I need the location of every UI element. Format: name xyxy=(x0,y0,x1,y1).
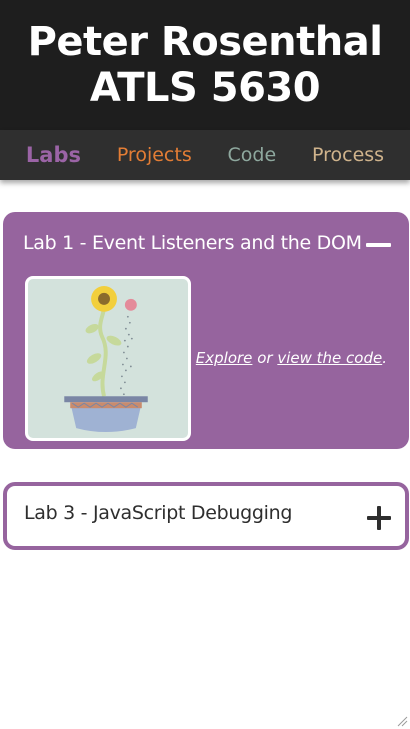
lab-card-expanded: Lab 1 - Event Listeners and the DOM Expl… xyxy=(3,212,409,449)
nav-link-labs[interactable]: Labs xyxy=(26,143,81,167)
site-header: Peter Rosenthal ATLS 5630 xyxy=(0,0,410,130)
resize-grip-icon[interactable] xyxy=(396,715,408,727)
site-title-name: Peter Rosenthal xyxy=(27,19,383,65)
explore-link[interactable]: Explore xyxy=(196,349,253,367)
or-text: or xyxy=(257,349,273,367)
nav-link-code[interactable]: Code xyxy=(228,144,277,166)
lab-card-links: Explore or view the code. xyxy=(196,349,387,367)
lab-card-title[interactable]: Lab 3 - JavaScript Debugging xyxy=(24,502,292,524)
watering-can-sunflower-icon xyxy=(64,285,148,433)
nav-link-process[interactable]: Process xyxy=(312,144,384,166)
navbar: Labs Projects Code Process xyxy=(0,130,410,180)
lab-card-collapsed[interactable]: Lab 3 - JavaScript Debugging xyxy=(3,482,409,550)
period-text: . xyxy=(382,349,387,367)
view-code-link[interactable]: view the code xyxy=(277,349,382,367)
site-title-course: ATLS 5630 xyxy=(89,65,321,111)
plus-icon[interactable] xyxy=(367,506,391,530)
lab-thumbnail[interactable] xyxy=(25,276,191,441)
lab-card-title[interactable]: Lab 1 - Event Listeners and the DOM xyxy=(23,232,362,254)
minus-icon[interactable] xyxy=(366,243,391,247)
nav-link-projects[interactable]: Projects xyxy=(117,144,192,166)
